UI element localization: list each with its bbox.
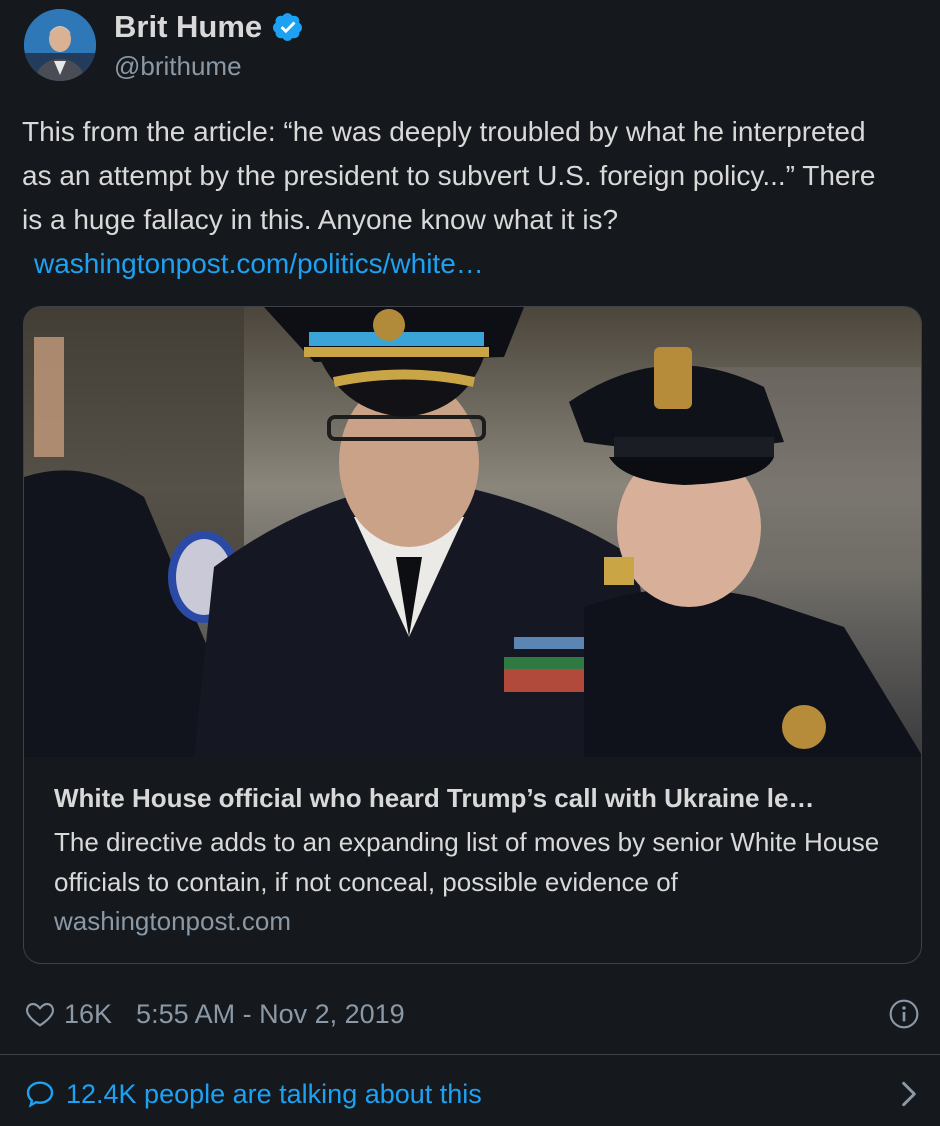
like-count[interactable]: 16K — [64, 999, 112, 1030]
timestamp[interactable]: 5:55 AM - Nov 2, 2019 — [136, 999, 405, 1030]
handle[interactable]: @brithume — [114, 51, 304, 82]
avatar-photo — [24, 9, 96, 81]
display-name[interactable]: Brit Hume — [114, 9, 262, 45]
divider — [0, 1054, 940, 1055]
speech-bubble-icon — [26, 1081, 54, 1108]
card-domain: washingtonpost.com — [54, 906, 292, 936]
tweet-body: This from the article: “he was deeply tr… — [22, 116, 876, 235]
chevron-right-icon[interactable] — [898, 1078, 920, 1110]
card-photo — [24, 307, 921, 757]
tweet-header: Brit Hume @brithume — [24, 8, 304, 82]
avatar[interactable] — [24, 9, 96, 81]
tweet-text: This from the article: “he was deeply tr… — [22, 110, 902, 286]
tweet-meta: 16K 5:55 AM - Nov 2, 2019 — [24, 996, 920, 1032]
info-icon[interactable] — [888, 998, 920, 1030]
verified-badge-icon — [273, 12, 303, 41]
card-description: The directive adds to an expanding list … — [54, 827, 880, 897]
tweet-link[interactable]: washingtonpost.com/politics/white… — [34, 248, 484, 279]
card-title[interactable]: White House official who heard Trump’s c… — [54, 783, 891, 814]
link-card[interactable]: White House official who heard Trump’s c… — [23, 306, 922, 964]
conversation-label[interactable]: 12.4K people are talking about this — [66, 1079, 482, 1110]
conversation-link[interactable]: 12.4K people are talking about this — [24, 1074, 920, 1114]
card-image — [24, 307, 921, 757]
heart-icon[interactable] — [24, 998, 56, 1030]
